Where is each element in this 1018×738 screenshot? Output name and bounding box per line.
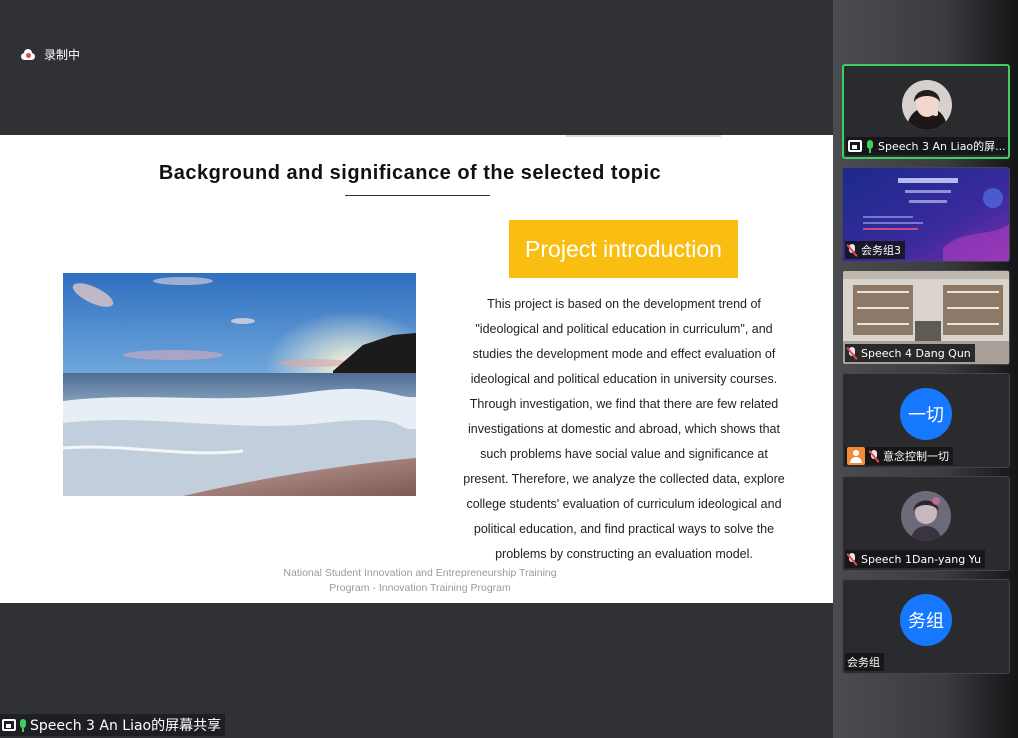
avatar: 务组 [900,594,952,646]
screen-share-icon [848,140,862,152]
mic-muted-icon [847,243,857,257]
share-label-text: Speech 3 An Liao的屏幕共享 [30,718,222,734]
participant-label: Speech 3 An Liao的屏... [846,137,1008,155]
description-line: present. Therefore, we analyze the colle… [463,472,785,486]
recording-indicator: 录制中 [20,46,80,63]
mic-muted-icon [847,552,857,566]
description-line: political education, and find practical … [473,522,775,536]
mic-muted-icon [869,449,879,463]
description-line: Through investigation, we find that ther… [469,397,779,411]
description-line: This project is based on the development… [487,297,761,311]
description-line: problems by constructing an evaluation m… [495,547,753,561]
description-line: "ideological and political education in … [475,322,773,336]
participant-tile[interactable]: Speech 1Dan-yang Yu [842,476,1010,571]
avatar: 一切 [900,388,952,440]
project-intro-box: Project introduction [509,220,738,278]
participant-name: Speech 1Dan-yang Yu [861,552,982,566]
slide-divider [566,135,721,137]
participant-tile[interactable]: Speech 4 Dang Qun [842,270,1010,365]
project-description: This project is based on the development… [440,292,808,567]
participant-label: 意念控制一切 [845,447,953,465]
participant-label: 会务组 [845,653,884,671]
mic-on-icon [19,718,27,732]
description-line: ideological and political education in u… [470,372,778,386]
user-icon [847,447,865,465]
recording-label: 录制中 [44,48,81,62]
title-underline [345,195,490,196]
footer-line: Program - Innovation Training Program [329,582,511,594]
description-line: investigations at domestic and abroad, w… [468,422,780,436]
shared-slide: Background and significance of the selec… [0,135,833,603]
slide-footer: National Student Innovation and Entrepre… [220,566,620,596]
participant-sidebar: Speech 3 An Liao的屏... 会务组3 Speech 4 Dang… [833,0,1018,738]
participant-name: 意念控制一切 [883,450,949,463]
description-line: studies the development mode and effect … [472,347,776,361]
participant-tile[interactable]: Speech 3 An Liao的屏... [842,64,1010,159]
meeting-window: 录制中 Background and significance of the s… [0,0,1018,738]
participant-tile[interactable]: 务组 会务组 [842,579,1010,674]
footer-line: National Student Innovation and Entrepre… [283,567,557,579]
participant-tile[interactable]: 会务组3 [842,167,1010,262]
slide-title: Background and significance of the selec… [158,162,662,184]
avatar [902,80,952,130]
description-line: such problems have social value and sign… [480,447,768,461]
screen-share-icon [2,719,16,731]
participant-name: 会务组 [847,656,880,669]
participant-tile[interactable]: 一切 意念控制一切 [842,373,1010,468]
description-line: college students' evaluation of curricul… [466,497,782,511]
main-stage: 录制中 Background and significance of the s… [0,0,833,738]
participant-label: Speech 4 Dang Qun [845,344,975,362]
participant-name: Speech 4 Dang Qun [861,346,971,360]
beach-sunset-image [63,273,416,496]
participant-name: 会务组3 [861,244,901,257]
participant-label: Speech 1Dan-yang Yu [845,550,986,568]
mic-muted-icon [847,346,857,360]
participant-label: 会务组3 [845,241,905,259]
avatar [901,491,951,541]
screen-share-label: Speech 3 An Liao的屏幕共享 [0,714,226,736]
cloud-record-icon [20,48,36,61]
mic-on-icon [866,139,874,153]
participant-name: Speech 3 An Liao的屏... [878,140,1006,153]
